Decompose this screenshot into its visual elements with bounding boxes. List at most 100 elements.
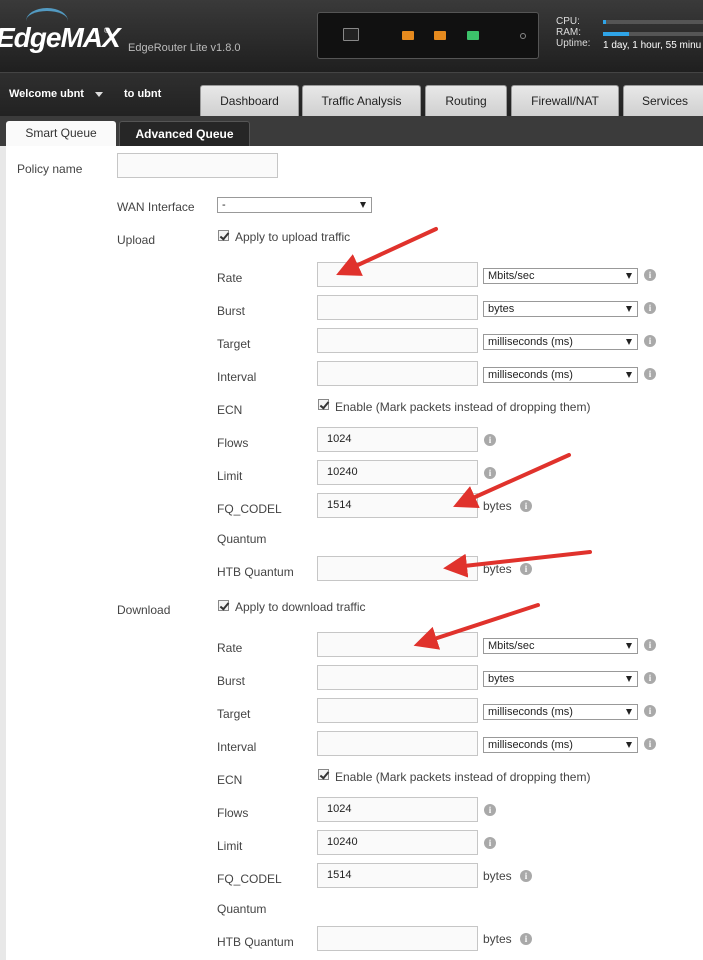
upload-apply-checkbox[interactable] [218, 230, 229, 241]
download-interval-unit-select[interactable]: milliseconds (ms) [483, 737, 638, 753]
chevron-down-icon [626, 306, 632, 312]
download-apply-label: Apply to download traffic [235, 600, 366, 614]
info-icon[interactable]: i [520, 500, 532, 512]
upload-interval-input[interactable] [317, 361, 478, 386]
info-icon[interactable]: i [520, 933, 532, 945]
upload-ecn-checkbox[interactable] [318, 399, 329, 410]
upload-ecn-label: ECN [217, 403, 243, 417]
policy-name-label: Policy name [17, 162, 83, 176]
chevron-down-icon [626, 709, 632, 715]
wan-interface-value: - [222, 199, 226, 211]
upload-target-label: Target [217, 337, 251, 351]
download-target-input[interactable] [317, 698, 478, 723]
wan-interface-label: WAN Interface [117, 200, 195, 214]
download-ecn-text: Enable (Mark packets instead of dropping… [335, 770, 591, 784]
router-model: EdgeRouter Lite v1.8.0 [128, 42, 241, 54]
content-area: Policy name WAN Interface - Upload Apply… [0, 146, 703, 960]
download-interval-input[interactable] [317, 731, 478, 756]
download-target-unit-value: milliseconds (ms) [488, 706, 573, 718]
upload-htb-quantum-input[interactable] [317, 556, 478, 581]
info-icon[interactable]: i [484, 804, 496, 816]
info-icon[interactable]: i [644, 368, 656, 380]
download-htb-quantum-input[interactable] [317, 926, 478, 951]
info-icon[interactable]: i [644, 335, 656, 347]
upload-flows-input[interactable]: 1024 [317, 427, 478, 452]
info-icon[interactable]: i [644, 302, 656, 314]
chevron-down-icon [626, 676, 632, 682]
welcome-user-menu[interactable]: Welcome ubnt [9, 88, 84, 100]
upload-fq-codel-input[interactable]: 1514 [317, 493, 478, 518]
chevron-down-icon [626, 339, 632, 345]
download-apply-checkbox[interactable] [218, 600, 229, 611]
tab-firewall-nat[interactable]: Firewall/NAT [511, 85, 619, 117]
wan-interface-select[interactable]: - [217, 197, 372, 213]
download-flows-input[interactable]: 1024 [317, 797, 478, 822]
tab-routing[interactable]: Routing [425, 85, 507, 117]
info-icon[interactable]: i [644, 269, 656, 281]
upload-target-unit-select[interactable]: milliseconds (ms) [483, 334, 638, 350]
download-rate-unit-select[interactable]: Mbits/sec [483, 638, 638, 654]
info-icon[interactable]: i [644, 639, 656, 651]
download-fq-codel-label: FQ_CODEL [217, 872, 282, 886]
upload-rate-unit-select[interactable]: Mbits/sec [483, 268, 638, 284]
tab-services[interactable]: Services [623, 85, 703, 117]
upload-apply-label: Apply to upload traffic [235, 230, 351, 244]
upload-limit-input[interactable]: 10240 [317, 460, 478, 485]
upload-burst-unit-select[interactable]: bytes [483, 301, 638, 317]
registered-mark: ® [104, 26, 110, 35]
upload-interval-unit-select[interactable]: milliseconds (ms) [483, 367, 638, 383]
queue-subtabs: Smart Queue Advanced Queue [0, 116, 703, 146]
info-icon[interactable]: i [484, 837, 496, 849]
upload-burst-unit-value: bytes [488, 303, 515, 315]
info-icon[interactable]: i [520, 870, 532, 882]
download-section-label: Download [117, 603, 171, 617]
download-burst-input[interactable] [317, 665, 478, 690]
download-burst-unit-select[interactable]: bytes [483, 671, 638, 687]
status-led-icon [520, 33, 526, 39]
tab-smart-queue[interactable]: Smart Queue [6, 121, 116, 146]
download-ecn-checkbox[interactable] [318, 769, 329, 780]
info-icon[interactable]: i [484, 467, 496, 479]
upload-interval-unit-value: milliseconds (ms) [488, 369, 573, 381]
download-burst-unit-value: bytes [488, 673, 515, 685]
download-fq-codel-input[interactable]: 1514 [317, 863, 478, 888]
info-icon[interactable]: i [520, 563, 532, 575]
download-interval-unit-value: milliseconds (ms) [488, 739, 573, 751]
download-rate-unit-value: Mbits/sec [488, 640, 535, 652]
upload-limit-label: Limit [217, 469, 243, 483]
ram-usage-fill [603, 32, 629, 36]
info-icon[interactable]: i [644, 672, 656, 684]
port-eth2-icon[interactable] [467, 31, 479, 40]
upload-rate-input[interactable] [317, 262, 478, 287]
upload-htb-unit: bytes [483, 562, 512, 576]
cpu-label: CPU: [556, 16, 580, 27]
cpu-usage-bar [603, 20, 703, 24]
policy-name-input[interactable] [117, 153, 278, 178]
port-eth1-icon[interactable] [434, 31, 446, 40]
download-rate-input[interactable] [317, 632, 478, 657]
download-target-unit-select[interactable]: milliseconds (ms) [483, 704, 638, 720]
upload-target-input[interactable] [317, 328, 478, 353]
to-user-text: to ubnt [124, 88, 162, 100]
main-nav: Welcome ubnt to ubnt Dashboard Traffic A… [0, 72, 703, 117]
console-port-icon[interactable] [343, 28, 359, 41]
top-header: EdgeMAX ® EdgeRouter Lite v1.8.0 CPU: RA… [0, 0, 703, 72]
download-limit-label: Limit [217, 839, 243, 853]
tab-dashboard[interactable]: Dashboard [200, 85, 299, 117]
upload-rate-label: Rate [217, 271, 243, 285]
upload-rate-unit-value: Mbits/sec [488, 270, 535, 282]
port-eth0-icon[interactable] [402, 31, 414, 40]
ram-label: RAM: [556, 27, 581, 38]
info-icon[interactable]: i [644, 705, 656, 717]
chevron-down-icon [626, 372, 632, 378]
tab-advanced-queue[interactable]: Advanced Queue [119, 121, 250, 146]
info-icon[interactable]: i [484, 434, 496, 446]
upload-burst-input[interactable] [317, 295, 478, 320]
upload-flows-label: Flows [217, 436, 249, 450]
upload-htb-quantum-label: HTB Quantum [217, 565, 294, 579]
download-limit-input[interactable]: 10240 [317, 830, 478, 855]
info-icon[interactable]: i [644, 738, 656, 750]
tab-traffic-analysis[interactable]: Traffic Analysis [302, 85, 421, 117]
chevron-down-icon[interactable] [95, 92, 103, 97]
download-ecn-label: ECN [217, 773, 243, 787]
